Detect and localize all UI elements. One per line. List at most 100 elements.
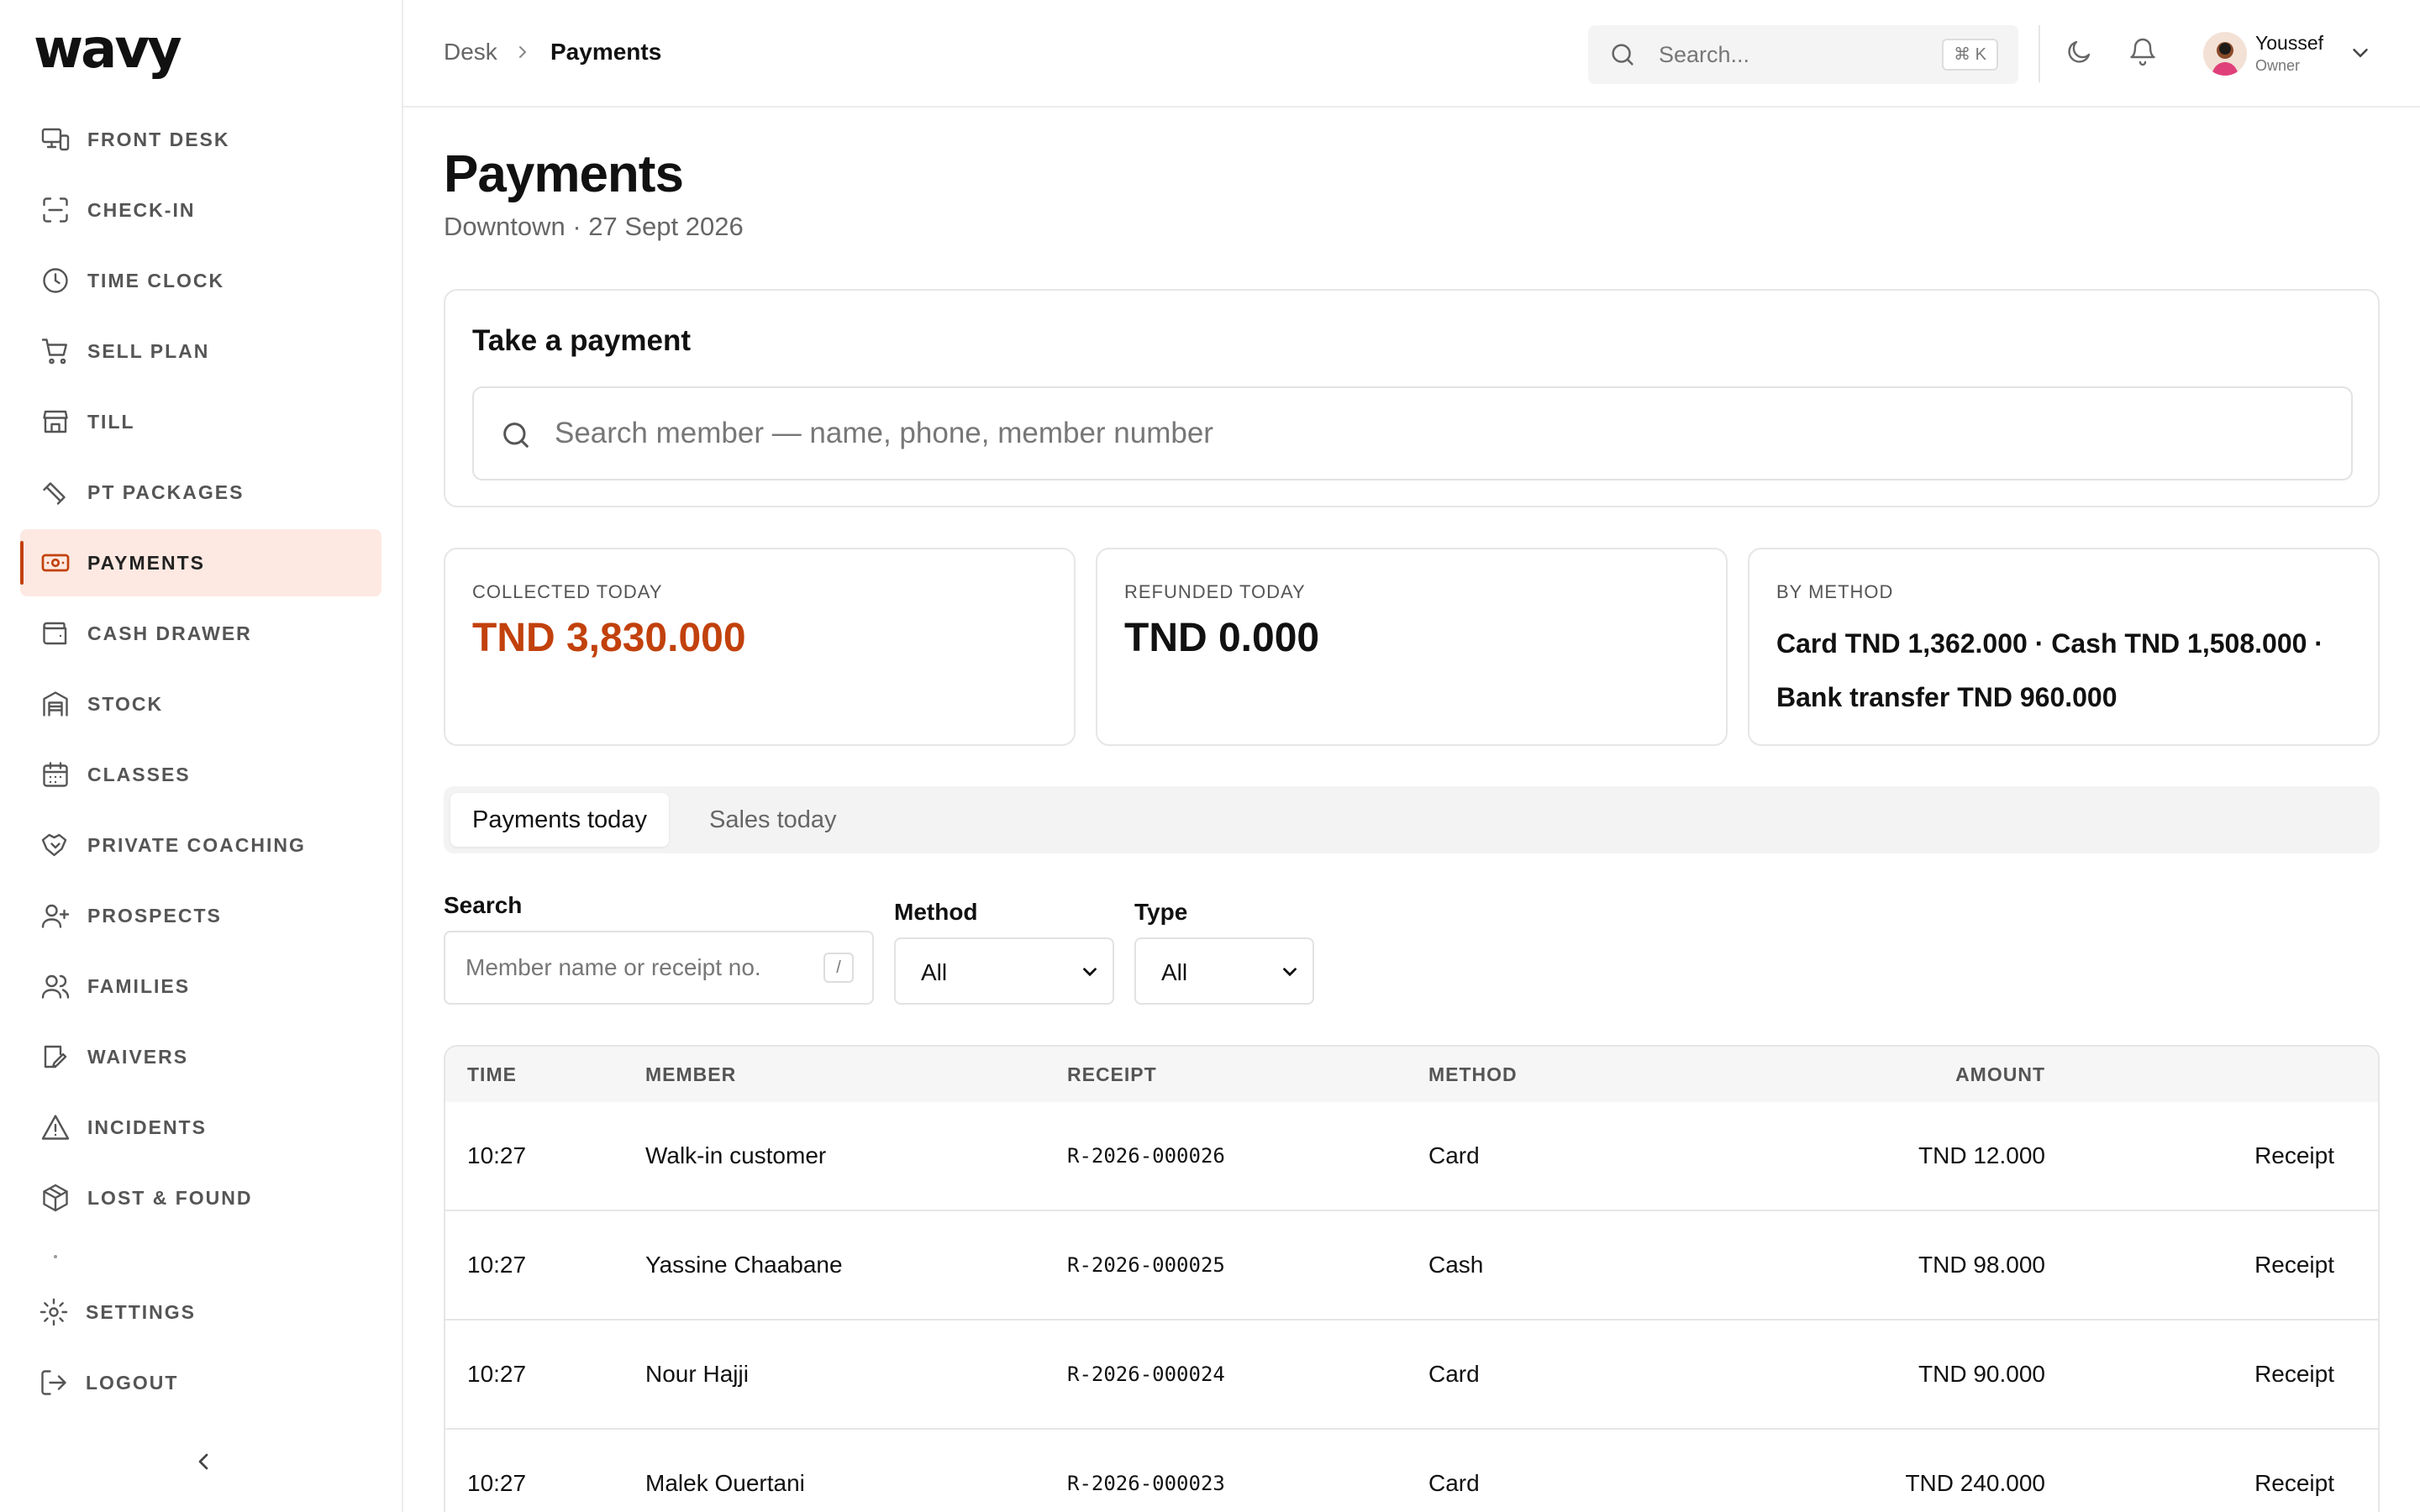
cell-member: Nour Hajji: [645, 1361, 749, 1387]
table-row[interactable]: 10:27 Walk-in customer R-2026-000026 Car…: [445, 1102, 2378, 1211]
cell-amount: TND 98.000: [1918, 1252, 2045, 1278]
sidebar-item-label: SETTINGS: [86, 1300, 197, 1323]
bell-icon[interactable]: [2128, 37, 2158, 67]
sidebar-item-label: TIME CLOCK: [87, 269, 225, 291]
payments-table: TIME MEMBER RECEIPT METHOD AMOUNT 10:27 …: [444, 1045, 2380, 1512]
receipt-button[interactable]: Receipt: [2254, 1252, 2334, 1278]
sidebar-item-label: LOGOUT: [86, 1371, 179, 1394]
gear-icon: [39, 1297, 69, 1327]
cell-time: 10:27: [467, 1252, 527, 1278]
receipt-search-input[interactable]: [466, 951, 802, 984]
by-method-line: Card TND 1,362.000 · Cash TND 1,508.000 …: [1776, 628, 2323, 659]
member-search-input[interactable]: [555, 407, 2319, 460]
search-placeholder: Search...: [1659, 42, 1750, 67]
type-filter-label: Type: [1134, 899, 1188, 925]
search-icon: [499, 418, 533, 452]
sidebar-item-label: TILL: [87, 410, 135, 433]
method-select-value: All: [921, 959, 948, 985]
sidebar-item-logout[interactable]: LOGOUT: [20, 1349, 381, 1416]
cell-time: 10:27: [467, 1470, 527, 1496]
take-payment-title: Take a payment: [472, 324, 692, 357]
store-icon: [40, 407, 71, 437]
cell-member: Yassine Chaabane: [645, 1252, 843, 1278]
tab-payments-today[interactable]: Payments today: [450, 793, 669, 847]
shortcut-badge: ⌘ K: [1942, 39, 1998, 71]
collapse-sidebar-icon[interactable]: [190, 1448, 217, 1475]
sidebar-item-till[interactable]: TILL: [20, 388, 381, 455]
receipt-button[interactable]: Receipt: [2254, 1142, 2334, 1169]
divider: [2039, 25, 2040, 82]
scan-icon: [40, 195, 71, 225]
cell-receipt: R-2026-000026: [1067, 1144, 1225, 1168]
table-header: TIME MEMBER RECEIPT METHOD AMOUNT: [445, 1047, 2378, 1102]
sidebar-item-stock[interactable]: STOCK: [20, 670, 381, 738]
sidebar-item-payments[interactable]: PAYMENTS: [20, 529, 381, 596]
page-subtitle: Downtown · 27 Sept 2026: [444, 212, 744, 241]
by-method-label: BY METHOD: [1776, 581, 1894, 602]
wallet-icon: [40, 618, 71, 648]
cell-receipt: R-2026-000025: [1067, 1253, 1225, 1277]
cell-method: Card: [1428, 1142, 1480, 1168]
refunded-today-label: REFUNDED TODAY: [1124, 581, 1306, 602]
chevron-down-icon[interactable]: [2348, 40, 2373, 66]
sidebar-item-sell-plan[interactable]: SELL PLAN: [20, 318, 381, 385]
cart-icon: [40, 336, 71, 366]
table-row[interactable]: 10:27 Yassine Chaabane R-2026-000025 Cas…: [445, 1211, 2378, 1320]
method-select[interactable]: All: [894, 937, 1114, 1005]
cell-amount: TND 240.000: [1905, 1470, 2045, 1496]
table-row[interactable]: 10:27 Malek Ouertani R-2026-000023 Card …: [445, 1430, 2378, 1512]
cell-receipt: R-2026-000024: [1067, 1362, 1225, 1386]
member-search-box[interactable]: [472, 386, 2353, 480]
sidebar-item-label: SELL PLAN: [87, 339, 210, 362]
sidebar-item-label: WAIVERS: [87, 1045, 189, 1068]
sidebar-item-cash-drawer[interactable]: CASH DRAWER: [20, 600, 381, 667]
receipt-button[interactable]: Receipt: [2254, 1470, 2334, 1497]
global-search[interactable]: Search... ⌘ K: [1588, 25, 2018, 84]
chevron-right-icon: [513, 42, 533, 62]
by-method-line: Bank transfer TND 960.000: [1776, 682, 2118, 712]
sidebar-item-time-clock[interactable]: TIME CLOCK: [20, 247, 381, 314]
sidebar-item-label: LOST & FOUND: [87, 1186, 253, 1209]
cell-time: 10:27: [467, 1361, 527, 1387]
logo[interactable]: wavy: [34, 18, 182, 81]
sidebar-item-families[interactable]: FAMILIES: [20, 953, 381, 1020]
sidebar-item-pt-packages[interactable]: PT PACKAGES: [20, 459, 381, 526]
users-icon: [40, 971, 71, 1001]
avatar[interactable]: [2203, 32, 2247, 76]
receipt-button[interactable]: Receipt: [2254, 1361, 2334, 1388]
scroll-indicator: [54, 1255, 57, 1258]
chevron-down-icon: [1079, 961, 1101, 983]
chevron-down-icon: [1279, 961, 1301, 983]
user-plus-icon: [40, 900, 71, 931]
user-name: Youssef: [2255, 32, 2323, 54]
breadcrumb-desk[interactable]: Desk: [444, 39, 497, 66]
breadcrumb-current: Payments: [550, 39, 662, 65]
sidebar-item-settings[interactable]: SETTINGS: [20, 1278, 381, 1346]
sidebar-item-check-in[interactable]: CHECK-IN: [20, 176, 381, 244]
shortcut-badge: /: [823, 953, 854, 983]
tab-sales-today[interactable]: Sales today: [687, 793, 859, 847]
warehouse-icon: [40, 689, 71, 719]
warning-icon: [40, 1112, 71, 1142]
sidebar-item-waivers[interactable]: WAIVERS: [20, 1023, 381, 1090]
topbar: Desk Payments Search... ⌘ K Youssef Owne…: [403, 0, 2420, 108]
type-select[interactable]: All: [1134, 937, 1314, 1005]
sidebar-item-lost-found[interactable]: LOST & FOUND: [20, 1164, 381, 1231]
clock-icon: [40, 265, 71, 296]
refunded-today-value: TND 0.000: [1124, 616, 1320, 660]
sidebar-item-private-coaching[interactable]: PRIVATE COACHING: [20, 811, 381, 879]
receipt-search-box[interactable]: /: [444, 931, 874, 1005]
sidebar-item-classes[interactable]: CLASSES: [20, 741, 381, 808]
sidebar-item-label: FAMILIES: [87, 974, 191, 997]
table-row[interactable]: 10:27 Nour Hajji R-2026-000024 Card TND …: [445, 1320, 2378, 1430]
sidebar-item-front-desk[interactable]: FRONT DESK: [20, 106, 381, 173]
sidebar-item-label: PT PACKAGES: [87, 480, 245, 503]
signature-icon: [40, 1042, 71, 1072]
cell-member: Walk-in customer: [645, 1142, 827, 1168]
sidebar-item-incidents[interactable]: INCIDENTS: [20, 1094, 381, 1161]
sidebar-item-label: FRONT DESK: [87, 128, 230, 150]
moon-icon[interactable]: [2064, 37, 2094, 67]
collected-today-card: COLLECTED TODAY TND 3,830.000: [444, 548, 1076, 746]
column-header-time: TIME: [467, 1063, 517, 1085]
sidebar-item-prospects[interactable]: PROSPECTS: [20, 882, 381, 949]
